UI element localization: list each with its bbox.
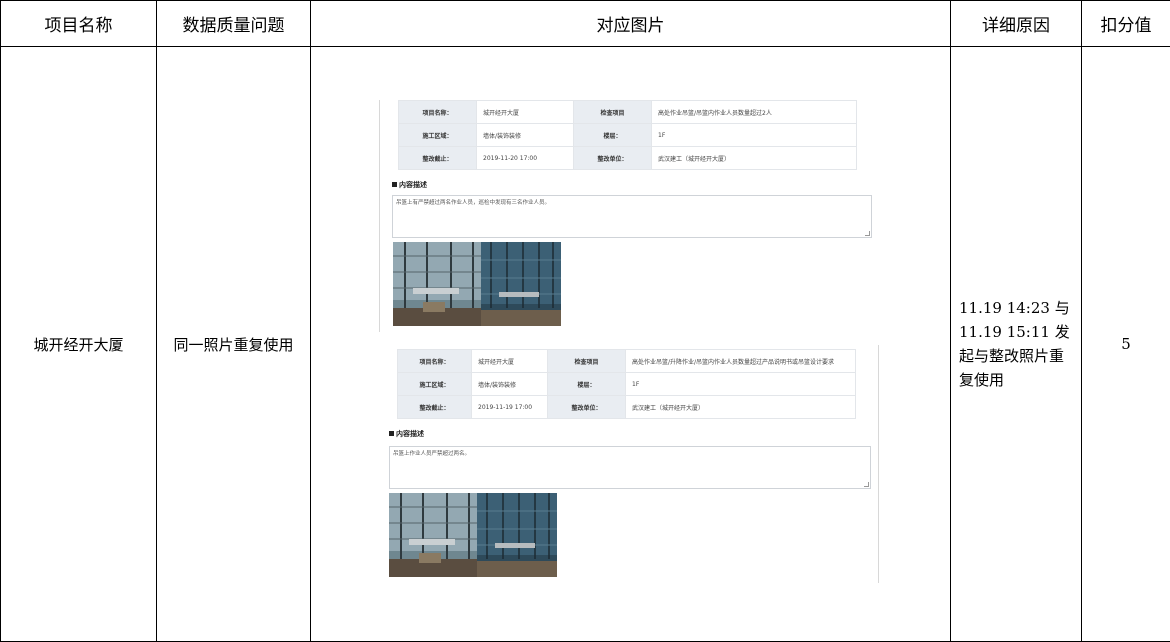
cell-issue: 同一照片重复使用 — [156, 46, 311, 642]
record1-value-project: 城开经开大厦 — [476, 100, 574, 124]
record2-label-unit: 整改单位： — [547, 395, 626, 419]
record1-label-area: 施工区域： — [398, 123, 477, 147]
record2-label-floor: 楼层： — [547, 372, 626, 396]
record2-value-floor: 1F — [625, 372, 856, 396]
record1-description: 吊篮上有严禁超过两名作业人员，巡检中发现有三名作业人员。 — [396, 200, 551, 206]
record1-photo-1 — [393, 242, 481, 326]
record2-photo-2 — [477, 493, 557, 577]
record2-value-deadline: 2019-11-19 17:00 — [471, 395, 548, 419]
record1-label-deadline: 整改截止： — [398, 146, 477, 170]
record2-label-deadline: 整改截止： — [397, 395, 472, 419]
header-detailed-reason: 详细原因 — [950, 0, 1082, 47]
record1-section-title: 内容描述 — [392, 180, 427, 190]
reason-line-4: 复使用 — [959, 371, 1005, 389]
header-corresponding-image: 对应图片 — [310, 0, 951, 47]
record1-value-check-item: 高处作业吊篮/吊篮内作业人员数量超过2人 — [651, 100, 857, 124]
record-screenshot-1: 项目名称： 城开经开大厦 检查项目 高处作业吊篮/吊篮内作业人员数量超过2人 施… — [379, 100, 874, 332]
screenshot-group: 项目名称： 城开经开大厦 检查项目 高处作业吊篮/吊篮内作业人员数量超过2人 施… — [311, 47, 949, 641]
record1-value-deadline: 2019-11-20 17:00 — [476, 146, 574, 170]
record2-label-area: 施工区域： — [397, 372, 472, 396]
header-data-quality-issue: 数据质量问题 — [156, 0, 311, 47]
record2-section-title: 内容描述 — [389, 429, 424, 439]
record2-photo-1 — [389, 493, 477, 577]
record1-label-check-item: 检查项目 — [573, 100, 652, 124]
record2-label-project: 项目名称： — [397, 349, 472, 373]
header-project-name: 项目名称 — [0, 0, 157, 47]
record2-value-project: 城开经开大厦 — [471, 349, 548, 373]
reason-line-3: 起与整改照片重 — [959, 347, 1065, 365]
record2-value-unit: 武汉建工（城开经开大厦） — [625, 395, 856, 419]
quality-issue-table: 项目名称 数据质量问题 对应图片 详细原因 扣分值 城开经开大厦 同一照片重复使… — [0, 0, 1170, 642]
record-screenshot-2: 项目名称： 城开经开大厦 检查项目 高处作业吊篮/升降作业/吊篮内作业人员数量超… — [383, 345, 879, 583]
record1-value-unit: 武汉建工（城开经开大厦） — [651, 146, 857, 170]
record2-info-table: 项目名称： 城开经开大厦 检查项目 高处作业吊篮/升降作业/吊篮内作业人员数量超… — [397, 349, 856, 419]
reason-line-2: 11.19 15:11 发 — [959, 323, 1070, 341]
record2-value-area: 墙体/装饰装修 — [471, 372, 548, 396]
record2-description-box: 吊篮上作业人员严禁超过两名。 — [389, 446, 871, 489]
record2-label-check-item: 检查项目 — [547, 349, 626, 373]
cell-project-name: 城开经开大厦 — [0, 46, 157, 642]
record1-label-floor: 楼层： — [573, 123, 652, 147]
record1-info-table: 项目名称： 城开经开大厦 检查项目 高处作业吊篮/吊篮内作业人员数量超过2人 施… — [398, 100, 857, 170]
record1-label-project: 项目名称： — [398, 100, 477, 124]
record1-description-box: 吊篮上有严禁超过两名作业人员，巡检中发现有三名作业人员。 — [392, 195, 872, 238]
record1-photo-2 — [481, 242, 561, 326]
record2-description: 吊篮上作业人员严禁超过两名。 — [393, 451, 471, 457]
record1-label-unit: 整改单位： — [573, 146, 652, 170]
cell-deduction: 5 — [1081, 46, 1170, 642]
header-deduction: 扣分值 — [1081, 0, 1170, 47]
cell-images: 项目名称： 城开经开大厦 检查项目 高处作业吊篮/吊篮内作业人员数量超过2人 施… — [310, 46, 951, 642]
cell-detailed-reason: 11.19 14:23 与 11.19 15:11 发 起与整改照片重 复使用 — [950, 46, 1082, 642]
record1-value-area: 墙体/装饰装修 — [476, 123, 574, 147]
reason-line-1: 11.19 14:23 与 — [959, 299, 1070, 317]
record2-value-check-item: 高处作业吊篮/升降作业/吊篮内作业人员数量超过产品说明书或吊篮设计要求 — [625, 349, 856, 373]
record1-value-floor: 1F — [651, 123, 857, 147]
